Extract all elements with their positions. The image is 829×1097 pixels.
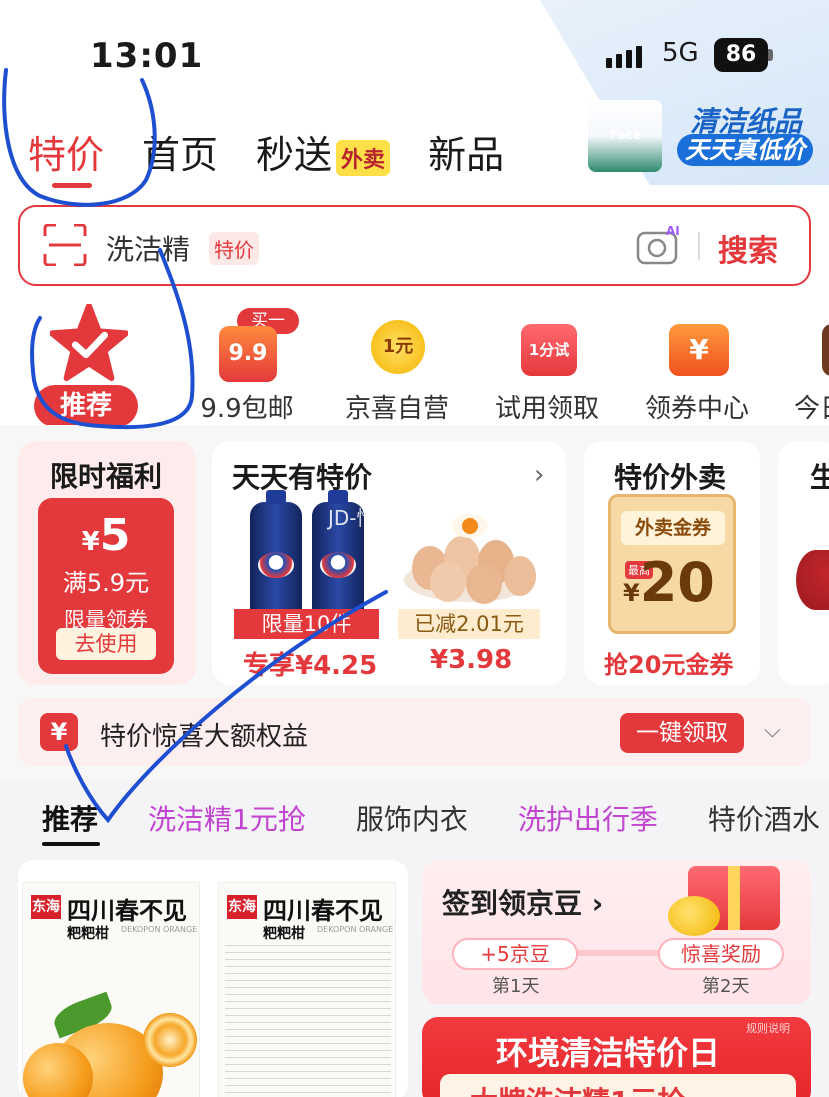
top-tabs: 特价 首页 秒送 外卖 新品 [28,124,504,179]
category-label: 领券中心 [644,394,749,424]
one-yuan-text: 1元 [371,320,425,374]
feed-tab-apparel[interactable]: 服饰内衣 [356,798,468,838]
product-poster-right: 东海 四川春不见 粑粑柑 DEKOPON ORANGE [218,882,396,1097]
network-type: 5G [662,38,699,68]
signin-day-1: 第1天 [492,976,540,997]
screen: 13:01 5G 86 特价 首页 秒送 外卖 新品 Face 清洁纸品 天天真低… [0,0,829,1097]
price-eggs: ¥3.98 [430,645,513,675]
search-tag: 特价 [209,232,259,265]
grab-coupon-link[interactable]: 抢20元金券 [604,645,733,680]
signal-icon [606,44,642,68]
chevron-down-icon[interactable]: ⌵ [764,718,781,743]
partial-card-title: 生 [810,461,829,494]
trial-bag-icon: 1分试 [507,300,587,380]
poster-title: 四川春不见 [67,896,187,925]
category-label: 今日 [794,394,829,424]
clean-day-subtitle: 大牌洗洁精1元抢 [470,1080,685,1097]
coupon-amount: ¥5 [81,510,131,561]
category-coupon[interactable]: ¥ 领券中心 [622,300,772,425]
category-label: 试用领取 [494,394,599,424]
tissue-box-image[interactable]: Face [588,100,662,172]
tab-new[interactable]: 新品 [428,124,504,179]
search-input[interactable]: 洗洁精 [106,228,190,268]
delivery-title: 特价外卖 [614,461,727,494]
fruit-image[interactable] [796,550,829,610]
rules-label[interactable]: 规则说明 [746,1020,790,1036]
one-yuan-icon: 1元 [357,300,437,380]
jingdou-bean-icon [668,896,720,936]
brand-logo: 东海 [31,895,61,919]
poster-subtitle: 粑粑柑 [67,926,109,942]
flash-coupon[interactable]: ¥5 满5.9元 限量领券 去使用 [38,498,174,674]
delivery-coupon-image[interactable]: 外卖金券 最高 ¥20 [608,494,736,634]
tab-miaosong[interactable]: 秒送 外卖 [256,124,391,179]
coupon-amount: ¥20 [623,551,715,614]
camera-ai-icon[interactable]: AI [636,223,682,265]
feed-tab-recommend[interactable]: 推荐 [42,798,98,838]
discount-label: 已减2.01元 [398,609,540,639]
coupon-condition: 满5.9元 [62,569,150,597]
product-card[interactable]: 东海 四川春不见 粑粑柑 DEKOPON ORANGE 东海 四川春不见 粑粑柑… [18,860,408,1097]
poster-english: DEKOPON ORANGE [317,925,394,934]
product-poster-left: 东海 四川春不见 粑粑柑 DEKOPON ORANGE [22,882,200,1097]
nine-nine-icon: 买一 9.9 [207,300,299,382]
banner-text: 特价惊喜大额权益 [100,722,309,752]
ai-label: AI [666,224,680,238]
chevron-right-icon[interactable]: › [534,460,544,490]
category-label: 京喜自营 [344,394,449,424]
signin-day-2: 第2天 [702,976,750,997]
battery-icon: 86 [714,38,768,72]
coupon-icon: ¥ [657,300,737,380]
tab-tejia[interactable]: 特价 [28,124,104,179]
feed-tab-underline [42,842,100,846]
category-trial[interactable]: 1分试 试用领取 [472,300,622,425]
category-label: 9.9包邮 [200,394,294,424]
tab-miaosong-label: 秒送 [256,133,333,177]
flash-title: 限时福利 [50,460,163,493]
feed-tab-liquor[interactable]: 特价酒水 [708,798,820,838]
clean-day-title: 环境清洁特价日 [496,1034,721,1072]
feed-tabs: 推荐 洗洁精1元抢 服饰内衣 洗护出行季 特价酒水 [42,798,820,838]
category-today[interactable]: 今日 [772,300,829,425]
trial-text: 1分试 [521,324,577,376]
signin-title[interactable]: 签到领京豆 › [442,882,603,922]
today-icon [812,300,829,380]
signin-step-1[interactable]: +5京豆 [452,938,578,970]
coupon-symbol: ¥ [669,324,729,376]
tissue-brand: Face [610,128,641,142]
category-recommend[interactable]: 推荐 [34,385,138,427]
waimai-badge: 外卖 [336,139,391,176]
status-time: 13:01 [90,36,204,76]
battery-tip [768,49,773,61]
scan-icon[interactable] [43,224,87,266]
claim-all-button[interactable]: 一键领取 [620,713,744,753]
brand-logo: 东海 [227,895,257,919]
poster-subtitle: 粑粑柑 [263,926,305,942]
poster-title: 四川春不见 [263,896,383,925]
poster-body-text [225,945,391,1095]
pepsi-bottle-image[interactable] [250,490,302,622]
feed-tab-detergent[interactable]: 洗洁精1元抢 [148,798,306,838]
promo-subtitle[interactable]: 天天真低价 [677,134,813,166]
search-button[interactable]: 搜索 [718,226,778,270]
star-check-icon[interactable] [50,304,128,382]
nine-nine-text: 9.9 [219,326,277,382]
price-exclusive: 专享¥4.25 [243,651,378,681]
limited-qty-label: 限量10件 [234,609,379,639]
search-divider [698,232,700,260]
feed-tab-care[interactable]: 洗护出行季 [518,798,658,838]
yuan-icon: ¥ [40,713,78,751]
signin-step-2[interactable]: 惊喜奖励 [658,938,784,970]
daily-title: 天天有特价 [232,461,373,494]
use-coupon-button[interactable]: 去使用 [56,628,156,660]
tab-home[interactable]: 首页 [142,124,218,179]
eggs-image[interactable] [400,498,540,606]
active-tab-underline [52,183,92,188]
poster-english: DEKOPON ORANGE [121,925,198,934]
category-9-9[interactable]: 买一 9.9 9.9包邮 [172,300,322,425]
category-jingxi[interactable]: 1元 京喜自营 [322,300,472,425]
coupon-head: 外卖金券 [621,511,725,545]
